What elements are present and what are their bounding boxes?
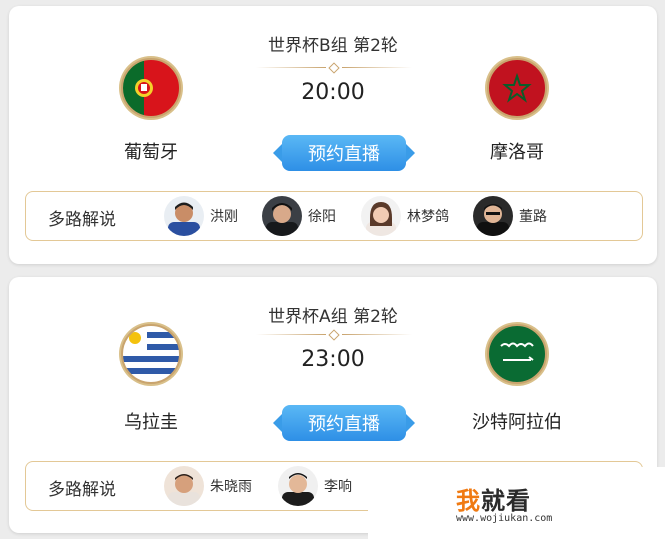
commentator-item[interactable]: 董路 bbox=[473, 195, 547, 237]
commentator-item[interactable]: 李响 bbox=[278, 465, 352, 507]
watermark-accent: 我 bbox=[456, 487, 481, 515]
site-watermark: 我就看 www.wojiukan.com bbox=[368, 467, 665, 539]
away-team-name: 摩洛哥 bbox=[490, 142, 544, 163]
divider-ornament bbox=[256, 329, 412, 341]
commentator-item[interactable]: 林梦鸽 bbox=[361, 195, 449, 237]
avatar bbox=[361, 196, 401, 236]
commentary-label: 多路解说 bbox=[48, 480, 116, 500]
commentator-item[interactable]: 洪刚 bbox=[164, 195, 238, 237]
commentator-name: 洪刚 bbox=[210, 209, 238, 225]
home-team-name: 乌拉圭 bbox=[124, 412, 178, 433]
saudi-arabia-flag-icon bbox=[485, 322, 549, 386]
commentator-name: 李响 bbox=[324, 479, 352, 495]
avatar bbox=[473, 196, 513, 236]
reserve-live-button[interactable]: 预约直播 bbox=[273, 405, 415, 441]
match-stage: 世界杯A组 第2轮 bbox=[268, 307, 398, 327]
avatar bbox=[278, 466, 318, 506]
match-stage: 世界杯B组 第2轮 bbox=[268, 36, 398, 56]
portugal-flag-icon bbox=[119, 56, 183, 120]
watermark-rest: 就看 bbox=[481, 487, 531, 515]
home-team-name: 葡萄牙 bbox=[124, 142, 178, 163]
avatar bbox=[164, 196, 204, 236]
commentator-item[interactable]: 徐阳 bbox=[262, 195, 336, 237]
commentary-label: 多路解说 bbox=[48, 210, 116, 230]
away-team-name: 沙特阿拉伯 bbox=[472, 412, 562, 433]
uruguay-flag-icon bbox=[119, 322, 183, 386]
match-card[interactable]: 世界杯B组 第2轮 20:00 葡萄牙 摩洛哥 预约直播 多路解说 洪刚 徐阳 … bbox=[9, 6, 657, 264]
morocco-flag-icon bbox=[485, 56, 549, 120]
commentator-item[interactable]: 朱晓雨 bbox=[164, 465, 252, 507]
avatar bbox=[262, 196, 302, 236]
commentary-bar: 多路解说 洪刚 徐阳 林梦鸽 董路 bbox=[25, 191, 643, 241]
watermark-url: www.wojiukan.com bbox=[456, 513, 553, 524]
commentator-name: 林梦鸽 bbox=[407, 209, 449, 225]
divider-ornament bbox=[256, 62, 412, 74]
commentator-name: 朱晓雨 bbox=[210, 479, 252, 495]
watermark-title: 我就看 bbox=[456, 481, 531, 516]
avatar bbox=[164, 466, 204, 506]
reserve-live-button[interactable]: 预约直播 bbox=[273, 135, 415, 171]
commentator-name: 徐阳 bbox=[308, 209, 336, 225]
match-time: 23:00 bbox=[301, 347, 365, 372]
commentator-name: 董路 bbox=[519, 209, 547, 225]
match-time: 20:00 bbox=[301, 80, 365, 105]
